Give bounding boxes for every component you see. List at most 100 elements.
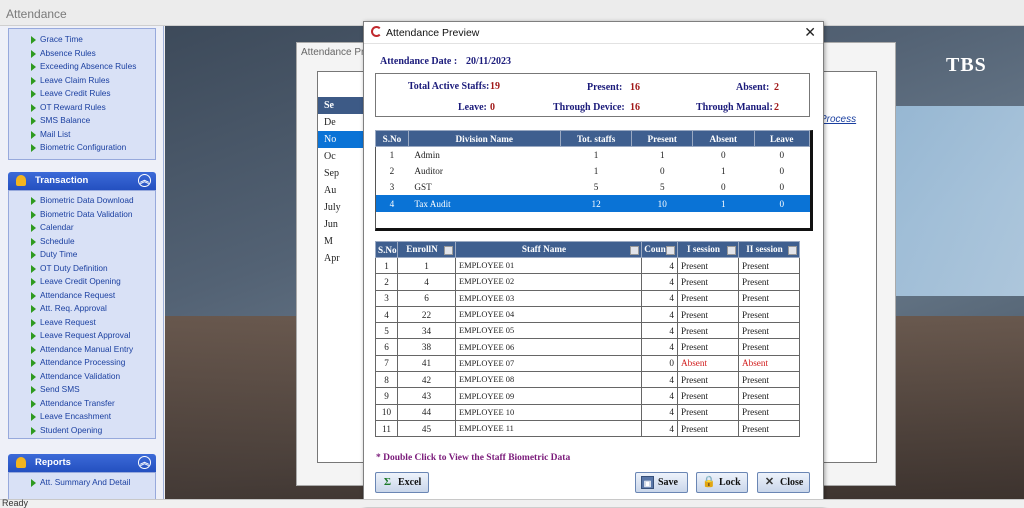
column-header[interactable]: Tot. staffs bbox=[559, 130, 633, 147]
table-cell: 10 bbox=[631, 195, 693, 212]
date-value: 20/11/2023 bbox=[466, 56, 512, 67]
section-title: Reports bbox=[35, 457, 71, 468]
sidebar-item-label: Duty Time bbox=[40, 249, 78, 259]
list-item[interactable]: Sep bbox=[318, 165, 366, 182]
device-value: 16 bbox=[630, 102, 640, 113]
list-item[interactable]: Jun bbox=[318, 216, 366, 233]
sidebar-item[interactable]: Attendance Transfer bbox=[9, 397, 155, 411]
column-header[interactable]: S.No bbox=[375, 130, 409, 147]
column-header[interactable]: Staff Name bbox=[455, 241, 642, 258]
column-header-label: Coun bbox=[644, 244, 666, 254]
filter-icon[interactable] bbox=[630, 246, 639, 255]
sidebar-item[interactable]: Leave Credit Rules bbox=[9, 87, 155, 101]
sidebar-item[interactable]: Calendar bbox=[9, 221, 155, 235]
table-cell: Present bbox=[677, 419, 739, 438]
table-cell: 1 bbox=[593, 165, 599, 176]
filter-icon[interactable] bbox=[727, 246, 736, 255]
column-header-label: II session bbox=[746, 244, 783, 254]
sidebar-item-label: Schedule bbox=[40, 235, 75, 246]
list-item[interactable]: July bbox=[318, 199, 366, 216]
sidebar-item[interactable]: Grace Time bbox=[9, 33, 155, 47]
column-header[interactable]: Coun bbox=[641, 241, 678, 258]
sidebar-item[interactable]: SMS Balance bbox=[9, 114, 155, 128]
column-header[interactable]: S.No bbox=[375, 241, 398, 258]
table-row[interactable]: 3 GST 5 5 0 0 bbox=[376, 179, 810, 195]
filter-icon[interactable] bbox=[788, 246, 797, 255]
arrow-icon bbox=[31, 76, 36, 85]
sidebar-item[interactable]: Attendance Processing bbox=[9, 356, 155, 370]
sidebar-item[interactable]: Leave Credit Opening bbox=[9, 275, 155, 289]
list-item[interactable]: De bbox=[318, 114, 366, 131]
table-row[interactable]: 11 45 EMPLOYEE 11 4 Present Present bbox=[375, 419, 800, 438]
sidebar-item[interactable]: Schedule bbox=[9, 235, 155, 249]
arrow-icon bbox=[31, 372, 36, 381]
table-cell: EMPLOYEE 10 bbox=[455, 403, 642, 421]
process-link[interactable]: Process bbox=[820, 114, 856, 125]
table-row[interactable]: 3 6 EMPLOYEE 03 4 Present Present bbox=[375, 289, 800, 307]
sidebar-item-label: Attendance Manual Entry bbox=[40, 343, 134, 354]
list-item[interactable]: M bbox=[318, 233, 366, 250]
table-row[interactable]: 2 4 EMPLOYEE 02 4 Present Present bbox=[375, 273, 800, 291]
sidebar-item[interactable]: Absence Rules bbox=[9, 47, 155, 61]
column-header[interactable]: Present bbox=[631, 130, 694, 147]
sidebar-item[interactable]: Biometric Data Download bbox=[9, 194, 155, 208]
table-row[interactable]: 7 41 EMPLOYEE 07 0 Absent Absent bbox=[375, 354, 800, 373]
arrow-icon bbox=[31, 426, 36, 435]
close-icon[interactable]: ✕ bbox=[804, 24, 816, 41]
table-row[interactable]: 4 Tax Audit 12 10 1 0 bbox=[375, 195, 810, 212]
table-row[interactable]: 6 38 EMPLOYEE 06 4 Present Present bbox=[375, 338, 800, 356]
excel-button[interactable]: Σ Excel bbox=[375, 472, 429, 493]
lock-button[interactable]: 🔒 Lock bbox=[696, 472, 748, 493]
list-item[interactable]: Oc bbox=[318, 148, 366, 165]
table-row[interactable]: 9 43 EMPLOYEE 09 4 Present Present bbox=[375, 387, 800, 405]
table-row[interactable]: 10 44 EMPLOYEE 10 4 Present Present bbox=[375, 403, 800, 421]
table-row[interactable]: 5 34 EMPLOYEE 05 4 Present Present bbox=[375, 322, 800, 340]
sidebar-item[interactable]: OT Duty Definition bbox=[9, 262, 155, 276]
column-header[interactable]: Leave bbox=[753, 130, 811, 147]
manual-value: 2 bbox=[774, 102, 779, 113]
close-button[interactable]: ✕ Close bbox=[757, 472, 810, 493]
sidebar-item[interactable]: Biometric Data Validation bbox=[9, 208, 155, 222]
list-item[interactable]: Au bbox=[318, 182, 366, 199]
table-row[interactable]: 1 Admin 1 1 0 0 bbox=[376, 147, 810, 163]
sidebar-item[interactable]: Attendance Validation bbox=[9, 370, 155, 384]
table-cell: EMPLOYEE 08 bbox=[455, 371, 642, 389]
sidebar-item[interactable]: Leave Request bbox=[9, 316, 155, 330]
filter-icon[interactable] bbox=[666, 246, 675, 255]
collapse-icon[interactable]: ︽ bbox=[138, 456, 151, 469]
collapse-icon[interactable]: ︽ bbox=[138, 174, 151, 187]
table-row[interactable]: 8 42 EMPLOYEE 08 4 Present Present bbox=[375, 371, 800, 389]
sidebar-item[interactable]: Att. Req. Approval bbox=[9, 302, 155, 316]
table-cell: Present bbox=[738, 403, 800, 421]
sidebar-item[interactable]: Duty Time bbox=[9, 248, 155, 262]
column-header[interactable]: Division Name bbox=[407, 130, 561, 147]
table-cell: 4 bbox=[641, 387, 678, 405]
filter-icon[interactable] bbox=[444, 246, 453, 255]
sidebar-item[interactable]: Attendance Manual Entry bbox=[9, 343, 155, 357]
sidebar-item[interactable]: Send SMS bbox=[9, 383, 155, 397]
section-header-transaction[interactable]: Transaction ︽ bbox=[8, 172, 156, 190]
table-row[interactable]: 2 Auditor 1 0 1 0 bbox=[376, 163, 810, 179]
column-header[interactable]: Absent bbox=[692, 130, 755, 147]
sidebar-item[interactable]: Att. Summary And Detail bbox=[9, 476, 155, 490]
column-header[interactable]: EnrollN bbox=[397, 241, 456, 258]
section-header-reports[interactable]: Reports ︽ bbox=[8, 454, 156, 472]
sidebar-item[interactable]: Leave Claim Rules bbox=[9, 74, 155, 88]
sidebar-item[interactable]: Biometric Configuration bbox=[9, 141, 155, 155]
sidebar-item[interactable]: Leave Request Approval bbox=[9, 329, 155, 343]
sidebar-item[interactable]: Mail List bbox=[9, 128, 155, 142]
table-cell: Present bbox=[738, 322, 800, 340]
sidebar-item[interactable]: Exceeding Absence Rules bbox=[9, 60, 155, 74]
table-row[interactable]: 1 1 EMPLOYEE 01 4 Present Present bbox=[375, 256, 800, 275]
table-row[interactable]: 4 22 EMPLOYEE 04 4 Present Present bbox=[375, 305, 800, 324]
column-header[interactable]: II session bbox=[738, 241, 800, 258]
sidebar-item[interactable]: OT Reward Rules bbox=[9, 101, 155, 115]
sidebar-item-label: OT Duty Definition bbox=[40, 262, 108, 273]
list-item[interactable]: Apr bbox=[318, 250, 366, 267]
sidebar-item[interactable]: Attendance Request bbox=[9, 289, 155, 303]
list-item[interactable]: No bbox=[318, 131, 366, 148]
sidebar-item[interactable]: Student Opening bbox=[9, 424, 155, 438]
column-header[interactable]: I session bbox=[677, 241, 739, 258]
save-button[interactable]: ▣ Save bbox=[635, 472, 688, 493]
sidebar-item[interactable]: Leave Encashment bbox=[9, 410, 155, 424]
